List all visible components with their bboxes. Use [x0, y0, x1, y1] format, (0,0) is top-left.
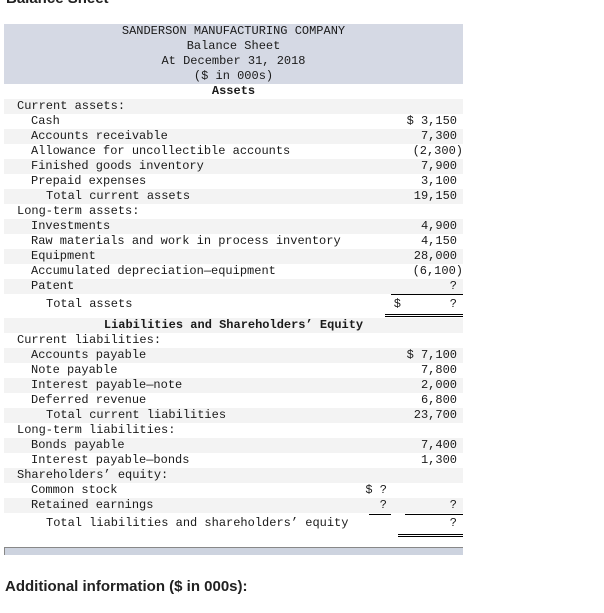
current-liabilities-heading-row: Current liabilities:: [4, 333, 463, 348]
row-total: ?: [449, 498, 457, 512]
row-label: Common stock: [31, 483, 118, 497]
row-amount: 4,900: [420, 219, 457, 233]
table-row: Finished goods inventory 7,900: [4, 159, 463, 174]
table-row: Allowance for uncollectible accounts (2,3…: [4, 144, 463, 159]
equity-heading-row: Shareholders’ equity:: [4, 468, 463, 483]
statement-units: ($ in 000s): [193, 69, 274, 83]
row-label: Accounts receivable: [31, 129, 168, 143]
double-underline: [385, 314, 463, 317]
row-amount: $ 3,150: [406, 114, 457, 128]
row-label: Shareholders’ equity:: [17, 468, 169, 482]
additional-info-heading: Additional information ($ in 000s):: [5, 578, 248, 595]
row-amount: 7,900: [420, 159, 457, 173]
row-amount: ?: [379, 498, 387, 512]
row-label: Current assets:: [17, 99, 126, 113]
table-row: Interest payable—bonds 1,300: [4, 453, 463, 468]
row-label: Equipment: [31, 249, 96, 263]
row-label: Patent: [31, 279, 75, 293]
row-label: Retained earnings: [31, 498, 154, 512]
row-amount: (6,100): [412, 264, 463, 278]
row-label: Long-term assets:: [17, 204, 140, 218]
sheet-footer-bar: [4, 547, 463, 555]
table-row: Patent?: [4, 279, 463, 295]
table-row: Common stock $ ?: [4, 483, 463, 498]
table-row: Deferred revenue 6,800: [4, 393, 463, 409]
table-row: Equipment 28,000: [4, 249, 463, 264]
longterm-liabilities-heading-row: Long-term liabilities:: [4, 423, 463, 438]
table-row: Accounts receivable 7,300: [4, 129, 463, 144]
table-row: Raw materials and work in process invent…: [4, 234, 463, 249]
row-amount: 3,100: [391, 174, 463, 190]
row-label: Cash: [31, 114, 60, 128]
row-amount: ?: [391, 279, 463, 295]
current-assets-heading-row: Current assets:: [4, 99, 463, 114]
row-label: Interest payable—bonds: [31, 453, 190, 467]
row-label: Allowance for uncollectible accounts: [31, 144, 291, 158]
row-amount: $ 7,100: [406, 348, 457, 362]
row-label: Note payable: [31, 363, 118, 377]
table-row: Accounts payable $ 7,100: [4, 348, 463, 363]
total-liabilities-equity-row: Total liabilities and shareholders’ equi…: [4, 513, 463, 537]
longterm-assets-heading-row: Long-term assets:: [4, 204, 463, 219]
table-row: Accumulated depreciation—equipment (6,100…: [4, 264, 463, 279]
row-amount: 28,000: [413, 249, 457, 263]
row-label: Accumulated depreciation—equipment: [31, 264, 276, 278]
statement-header: SANDERSON MANUFACTURING COMPANY Balance …: [4, 24, 463, 84]
row-amount: 7,300: [420, 129, 457, 143]
total-assets-row: Total assets $ ?: [4, 294, 463, 317]
table-row: Bonds payable 7,400: [4, 438, 463, 453]
table-row: Cash $ 3,150: [4, 114, 463, 129]
table-row: Retained earnings ? ?: [4, 498, 463, 515]
table-row: Note payable 7,800: [4, 363, 463, 378]
statement-date: At December 31, 2018: [161, 54, 306, 68]
row-amount: ?: [449, 297, 457, 311]
company-name: SANDERSON MANUFACTURING COMPANY: [121, 24, 346, 38]
row-label: Interest payable—note: [31, 378, 183, 392]
page-heading-cutoff: Balance Sheet: [6, 0, 109, 7]
row-label: Total assets: [46, 297, 133, 311]
table-row: Prepaid expenses 3,100: [4, 174, 463, 190]
row-amount: (2,300): [412, 144, 463, 158]
row-label: Investments: [31, 219, 111, 233]
row-amount: 2,000: [420, 378, 457, 392]
row-label: Long-term liabilities:: [17, 423, 176, 437]
double-underline: [398, 534, 463, 537]
total-current-assets-row: Total current assets 19,150: [4, 189, 463, 204]
row-label: Total current liabilities: [46, 408, 227, 422]
table-row: Interest payable—note 2,000: [4, 378, 463, 393]
statement-title: Balance Sheet: [186, 39, 281, 53]
row-label: Bonds payable: [31, 438, 125, 452]
row-amount: 4,150: [420, 234, 457, 248]
row-amount: $ ?: [365, 483, 387, 497]
row-amount: ?: [449, 516, 457, 530]
row-amount: 7,400: [420, 438, 457, 452]
row-amount: 7,800: [420, 363, 457, 377]
row-label: Deferred revenue: [31, 393, 147, 407]
row-label: Total current assets: [46, 189, 191, 203]
row-label: Raw materials and work in process invent…: [31, 234, 341, 248]
row-label: Total liabilities and shareholders’ equi…: [46, 516, 349, 530]
assets-heading: Assets: [4, 84, 463, 99]
total-current-liabilities-row: Total current liabilities 23,700: [4, 408, 463, 423]
balance-sheet: SANDERSON MANUFACTURING COMPANY Balance …: [4, 24, 463, 537]
row-amount: 1,300: [420, 453, 457, 467]
table-row: Investments 4,900: [4, 219, 463, 234]
row-label: Current liabilities:: [17, 333, 162, 347]
row-amount: 23,700: [413, 408, 457, 422]
liabilities-equity-heading: Liabilities and Shareholders’ Equity: [4, 318, 463, 333]
row-label: Finished goods inventory: [31, 159, 204, 173]
row-label: Prepaid expenses: [31, 174, 147, 188]
row-label: Accounts payable: [31, 348, 147, 362]
row-amount: 19,150: [413, 189, 457, 203]
row-amount: 6,800: [391, 393, 463, 409]
